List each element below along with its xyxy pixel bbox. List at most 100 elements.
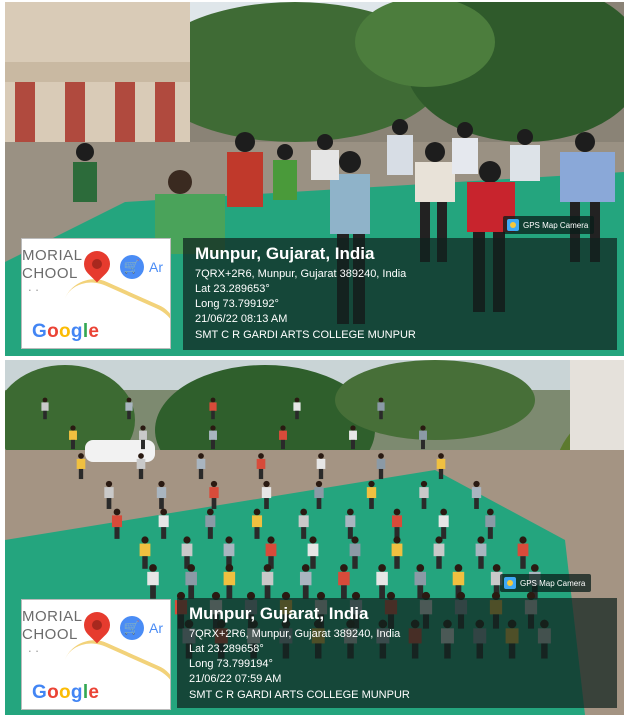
person-body — [251, 515, 263, 528]
person-legs — [207, 527, 213, 539]
person-head — [187, 564, 196, 572]
person-head — [368, 480, 375, 488]
person-body — [279, 430, 287, 440]
photo-yoga-session-2: GPS Map Camera MORIAL CHOOL . . 🛒 Ar Goo… — [5, 360, 624, 715]
person-body — [349, 430, 357, 440]
person-head — [350, 425, 356, 431]
map-partial-label: Ar — [149, 620, 163, 636]
person-legs — [141, 439, 145, 450]
person-body — [41, 402, 49, 411]
person-legs — [114, 527, 120, 539]
person-legs — [487, 527, 493, 539]
person-head — [141, 536, 149, 544]
person-head — [253, 508, 261, 516]
person-legs — [478, 556, 484, 569]
person-head — [158, 480, 165, 488]
person-body — [205, 515, 216, 528]
person-body — [366, 487, 377, 499]
person-body — [147, 571, 159, 586]
map-label-line1: MORIAL — [22, 608, 83, 625]
person-body — [433, 543, 445, 557]
person-legs — [254, 527, 260, 539]
person-head — [263, 480, 270, 488]
person-legs — [316, 498, 322, 509]
person-legs — [341, 585, 347, 599]
person-head — [183, 536, 191, 544]
person-body — [419, 430, 427, 440]
person-body — [104, 487, 114, 499]
person-legs — [302, 585, 309, 599]
person-head — [225, 536, 233, 544]
datetime-text: 21/06/22 07:59 AM — [189, 673, 282, 685]
person-legs — [438, 468, 444, 480]
person-legs — [78, 468, 84, 480]
latitude-text: Lat 23.289653° — [195, 283, 270, 295]
person-body — [265, 543, 277, 557]
person-head — [210, 480, 218, 488]
person-body — [376, 571, 388, 586]
person-body — [438, 515, 449, 528]
datetime-text: 21/06/22 08:13 AM — [195, 313, 288, 325]
gps-map-camera-icon — [504, 577, 516, 589]
person-head — [473, 480, 480, 488]
person-legs — [264, 498, 269, 509]
person-head — [435, 536, 443, 544]
person-legs — [520, 556, 526, 569]
person-legs — [281, 439, 285, 450]
note-text: SMT C R GARDI ARTS COLLEGE MUNPUR — [189, 689, 410, 701]
person-body — [345, 515, 356, 528]
person-head — [258, 453, 264, 459]
person-head — [393, 536, 401, 544]
badge-label: GPS Map Camera — [523, 220, 589, 230]
person-head — [318, 453, 324, 459]
location-pin-icon — [78, 245, 116, 283]
address-text: 7QRX+2R6, Munpur, Gujarat 389240, India — [189, 628, 401, 640]
person-legs — [318, 468, 324, 480]
person-head — [138, 453, 144, 459]
person-body — [316, 458, 326, 469]
person-body — [209, 402, 217, 411]
person-body — [185, 571, 197, 586]
person-body — [475, 543, 487, 557]
person-body — [223, 543, 235, 557]
person-head — [210, 397, 216, 403]
person-head — [378, 453, 384, 459]
longitude-text: Long 73.799192° — [195, 298, 279, 310]
address-text: 7QRX+2R6, Munpur, Gujarat 389240, India — [195, 268, 407, 280]
map-thumbnail: MORIAL CHOOL . . 🛒 Ar Google — [21, 599, 171, 710]
person-body — [196, 458, 206, 469]
person-legs — [379, 410, 383, 420]
person-head — [42, 397, 48, 403]
person-head — [280, 425, 286, 431]
map-label-line1: MORIAL — [22, 247, 83, 264]
person-legs — [127, 410, 131, 420]
person-head — [126, 397, 132, 403]
person-body — [298, 515, 309, 528]
person-legs — [441, 527, 447, 539]
person-legs — [379, 585, 385, 599]
person-legs — [226, 585, 233, 599]
person-legs — [421, 439, 425, 450]
location-info-panel: Munpur, Gujarat, India 7QRX+2R6, Munpur,… — [183, 238, 617, 350]
person-body — [158, 515, 169, 528]
person-legs — [211, 410, 215, 420]
person-body — [299, 571, 312, 586]
person-legs — [161, 527, 167, 539]
photo-yoga-session-1: GPS Map Camera MORIAL CHOOL . . 🛒 Ar Goo… — [5, 2, 624, 356]
person-body — [156, 487, 167, 499]
map-thumbnail: MORIAL CHOOL . . 🛒 Ar Google — [21, 238, 171, 349]
person-body — [223, 571, 236, 586]
person-head — [140, 425, 146, 431]
person-legs — [301, 527, 307, 539]
person-legs — [310, 556, 316, 569]
person-head — [440, 508, 448, 516]
person-head — [530, 564, 539, 572]
map-dots: . . — [28, 279, 39, 294]
person-head — [300, 508, 308, 516]
person-legs — [436, 556, 442, 569]
place-title: Munpur, Gujarat, India — [195, 244, 375, 263]
person-head — [378, 397, 384, 403]
place-title: Munpur, Gujarat, India — [189, 604, 369, 623]
person-legs — [352, 556, 358, 569]
person-head — [393, 508, 401, 516]
